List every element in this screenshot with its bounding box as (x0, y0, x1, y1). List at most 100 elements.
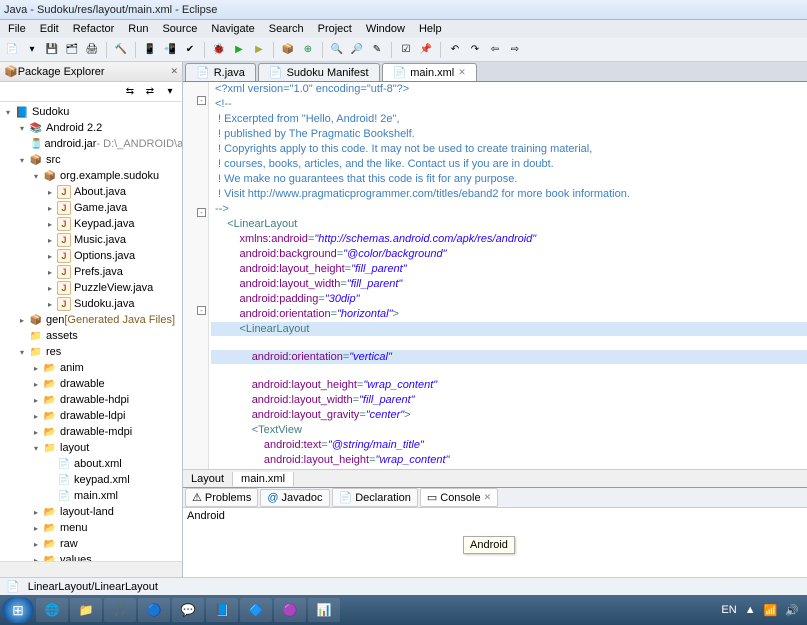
taskbar-word-icon[interactable]: 📘 (206, 598, 238, 622)
tree-node[interactable]: ▸values (0, 552, 182, 561)
tab-console[interactable]: ▭Console ✕ (420, 488, 498, 507)
open-type-icon[interactable]: 🔍 (329, 42, 345, 58)
view-menu-icon[interactable]: ▾ (162, 84, 178, 100)
editor-tab-sudoku-manifest[interactable]: 📄Sudoku Manifest (258, 63, 380, 81)
tree-node[interactable]: ▸Sudoku.java (0, 296, 182, 312)
tree-node[interactable]: android.jar - D:\_ANDROID\androi (0, 136, 182, 152)
tab-layout[interactable]: Layout (183, 472, 233, 486)
main-toolbar: 📄 ▾ 💾 🗂 🖨 🔨 📱 📲 ✔ 🐞 ▶ ▶ 📦 ⊕ 🔍 🔎 ✎ ☑ 📌 ↶ … (0, 38, 807, 62)
new-pkg-icon[interactable]: 📦 (280, 42, 296, 58)
menu-run[interactable]: Run (122, 21, 154, 37)
taskbar-app5-icon[interactable]: 🔷 (240, 598, 272, 622)
editor-tab-r-java[interactable]: 📄R.java (185, 63, 256, 81)
search-icon[interactable]: 🔎 (349, 42, 365, 58)
menu-window[interactable]: Window (360, 21, 411, 37)
menu-refactor[interactable]: Refactor (67, 21, 121, 37)
tree-node[interactable]: ▸Music.java (0, 232, 182, 248)
close-icon[interactable]: ✕ (170, 66, 178, 77)
new-class-icon[interactable]: ⊕ (300, 42, 316, 58)
tree-node[interactable]: ▾res (0, 344, 182, 360)
tree-node[interactable]: ▸menu (0, 520, 182, 536)
tree-node[interactable]: main.xml (0, 488, 182, 504)
tree-node[interactable]: ▸Game.java (0, 200, 182, 216)
tree-node[interactable]: about.xml (0, 456, 182, 472)
lint-icon[interactable]: ✔ (182, 42, 198, 58)
package-tree[interactable]: ▾Sudoku▾Android 2.2android.jar - D:\_AND… (0, 102, 182, 561)
build-icon[interactable]: 🔨 (113, 42, 129, 58)
tab-source[interactable]: main.xml (233, 472, 294, 486)
annotate-icon[interactable]: ✎ (369, 42, 385, 58)
tree-node[interactable]: ▸About.java (0, 184, 182, 200)
tree-node[interactable]: ▾Android 2.2 (0, 120, 182, 136)
tray-flag-icon[interactable]: ▲ (745, 604, 756, 616)
debug-icon[interactable]: 🐞 (211, 42, 227, 58)
tree-node[interactable]: ▾src (0, 152, 182, 168)
run-icon[interactable]: ▶ (231, 42, 247, 58)
taskbar-ie-icon[interactable]: 🌐 (36, 598, 68, 622)
tree-node[interactable]: ▸Prefs.java (0, 264, 182, 280)
nav-fwd-icon[interactable]: ⇨ (507, 42, 523, 58)
tree-node[interactable]: keypad.xml (0, 472, 182, 488)
close-icon[interactable]: ✕ (484, 492, 492, 503)
java-icon: 📄 (196, 66, 210, 79)
save-icon[interactable]: 💾 (44, 42, 60, 58)
menu-project[interactable]: Project (312, 21, 358, 37)
menu-help[interactable]: Help (413, 21, 448, 37)
tab-declaration[interactable]: 📄Declaration (332, 488, 418, 507)
pin-icon[interactable]: 📌 (418, 42, 434, 58)
sdk-icon[interactable]: 📱 (142, 42, 158, 58)
lang-indicator[interactable]: EN (721, 604, 736, 616)
collapse-all-icon[interactable]: ⇆ (122, 84, 138, 100)
tree-node[interactable]: ▸drawable-hdpi (0, 392, 182, 408)
tree-node[interactable]: ▸gen [Generated Java Files] (0, 312, 182, 328)
tree-node[interactable]: ▸anim (0, 360, 182, 376)
tree-node[interactable]: ▸drawable-mdpi (0, 424, 182, 440)
menu-file[interactable]: File (2, 21, 32, 37)
taskbar-eclipse-icon[interactable]: 🟣 (274, 598, 306, 622)
nav-back-icon[interactable]: ⇦ (487, 42, 503, 58)
tab-problems[interactable]: ⚠Problems (185, 488, 258, 507)
save-all-icon[interactable]: 🗂 (64, 42, 80, 58)
editor-tab-main-xml[interactable]: 📄main.xml✕ (382, 63, 477, 81)
horizontal-scrollbar[interactable] (0, 561, 182, 577)
forward-icon[interactable]: ↷ (467, 42, 483, 58)
tree-node[interactable]: ▸PuzzleView.java (0, 280, 182, 296)
taskbar-chrome-icon[interactable]: 🔵 (138, 598, 170, 622)
taskbar-media-icon[interactable]: 🎵 (104, 598, 136, 622)
status-bar: 📄 LinearLayout/LinearLayout (0, 577, 807, 595)
tooltip: Android (463, 536, 515, 554)
new-icon[interactable]: 📄 (4, 42, 20, 58)
taskbar-app7-icon[interactable]: 📊 (308, 598, 340, 622)
menu-navigate[interactable]: Navigate (205, 21, 260, 37)
tree-node[interactable]: ▸layout-land (0, 504, 182, 520)
tray-network-icon[interactable]: 📶 (764, 604, 778, 617)
tree-node[interactable]: ▸raw (0, 536, 182, 552)
run-last-icon[interactable]: ▶ (251, 42, 267, 58)
package-explorer-tab[interactable]: 📦 Package Explorer ✕ (0, 62, 182, 82)
xml-editor[interactable]: - - - <?xml version="1.0" encoding="utf-… (183, 82, 807, 469)
taskbar-skype-icon[interactable]: 💬 (172, 598, 204, 622)
tree-node[interactable]: ▸Keypad.java (0, 216, 182, 232)
tree-node[interactable]: ▸drawable (0, 376, 182, 392)
menu-edit[interactable]: Edit (34, 21, 65, 37)
taskbar-explorer-icon[interactable]: 📁 (70, 598, 102, 622)
tree-node[interactable]: ▸drawable-ldpi (0, 408, 182, 424)
task-icon[interactable]: ☑ (398, 42, 414, 58)
tree-node[interactable]: ▾layout (0, 440, 182, 456)
tree-node[interactable]: ▾org.example.sudoku (0, 168, 182, 184)
menu-source[interactable]: Source (156, 21, 203, 37)
tab-javadoc[interactable]: @Javadoc (260, 489, 329, 507)
dropdown-icon[interactable]: ▾ (24, 42, 40, 58)
tray-volume-icon[interactable]: 🔊 (785, 604, 799, 617)
menu-search[interactable]: Search (263, 21, 310, 37)
tree-node[interactable]: ▾Sudoku (0, 104, 182, 120)
back-icon[interactable]: ↶ (447, 42, 463, 58)
start-button[interactable]: ⊞ (2, 597, 34, 623)
close-icon[interactable]: ✕ (458, 67, 466, 78)
tree-node[interactable]: ▸Options.java (0, 248, 182, 264)
tree-node[interactable]: assets (0, 328, 182, 344)
avd-icon[interactable]: 📲 (162, 42, 178, 58)
console-content[interactable]: Android Android (183, 508, 807, 577)
link-editor-icon[interactable]: ⇄ (142, 84, 158, 100)
print-icon[interactable]: 🖨 (84, 42, 100, 58)
